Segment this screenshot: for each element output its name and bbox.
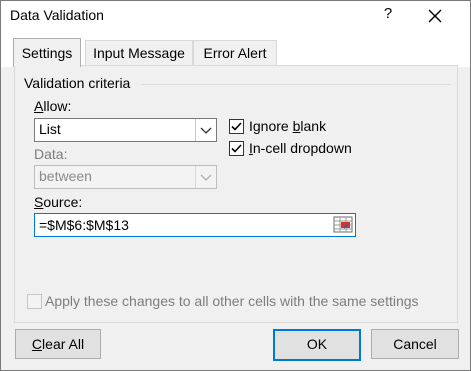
cancel-button[interactable]: Cancel	[371, 329, 459, 359]
dialog-title: Data Validation	[10, 7, 104, 23]
title-bar: Data Validation ?	[1, 1, 470, 31]
ignore-blank-label-rest: lank	[300, 118, 327, 134]
source-value: =$M$6:$M$13	[39, 217, 129, 233]
data-dropdown: between	[34, 165, 217, 189]
tab-settings-label: Settings	[21, 45, 73, 61]
tab-input-message-label: Input Message	[93, 45, 185, 61]
apply-all-checkbox	[27, 294, 42, 309]
apply-all-label: Apply these changes to all other cells w…	[45, 293, 419, 309]
clear-all-button[interactable]: Clear All	[15, 329, 101, 359]
tab-settings[interactable]: Settings	[13, 38, 81, 67]
chevron-down-icon[interactable]	[195, 119, 216, 141]
tab-error-alert[interactable]: Error Alert	[193, 40, 277, 65]
incell-dropdown-checkbox[interactable]	[229, 141, 244, 156]
source-label-rest: ource:	[43, 194, 83, 210]
allow-value: List	[39, 121, 61, 137]
source-label: Source:	[34, 194, 82, 210]
allow-dropdown[interactable]: List	[34, 118, 217, 142]
incell-dropdown-label-rest: n-cell dropdown	[252, 140, 352, 156]
allow-label-mnemonic: A	[34, 98, 44, 114]
validation-criteria-heading: Validation criteria	[24, 75, 131, 91]
data-label: Data:	[34, 146, 68, 162]
allow-label-rest: llow:	[43, 98, 72, 114]
ok-button[interactable]: OK	[273, 329, 361, 361]
incell-dropdown-label[interactable]: In-cell dropdown	[249, 140, 352, 156]
source-input[interactable]: =$M$6:$M$13	[34, 213, 356, 237]
ignore-blank-checkbox[interactable]	[229, 119, 244, 134]
allow-label: Allow:	[34, 98, 71, 114]
range-selector-icon[interactable]	[333, 216, 353, 233]
chevron-down-icon	[195, 166, 216, 188]
tab-input-message[interactable]: Input Message	[85, 40, 193, 65]
data-validation-dialog: Data Validation ? Settings Input Message…	[0, 0, 471, 371]
source-label-mnemonic: S	[34, 194, 44, 210]
checkmark-icon	[231, 122, 242, 131]
clear-all-rest: lear All	[42, 336, 85, 352]
ignore-blank-label-before: Ignore	[249, 118, 293, 134]
clear-all-mnemonic: C	[31, 336, 43, 352]
checkmark-icon	[231, 144, 242, 153]
group-divider	[141, 84, 451, 85]
help-button[interactable]: ?	[382, 5, 394, 22]
tab-error-alert-label: Error Alert	[203, 45, 267, 61]
data-value: between	[39, 168, 92, 184]
close-icon[interactable]	[427, 8, 443, 24]
ignore-blank-label[interactable]: Ignore blank	[249, 118, 326, 134]
